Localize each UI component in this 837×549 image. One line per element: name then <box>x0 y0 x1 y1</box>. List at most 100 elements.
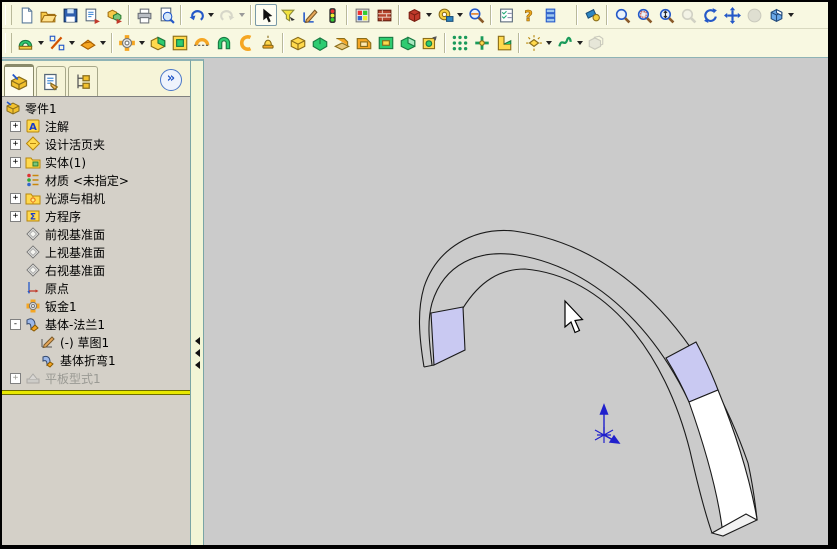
extruded-cut-icon[interactable] <box>397 32 419 54</box>
model-face-end-cap[interactable] <box>430 306 466 366</box>
design-checker-icon[interactable] <box>465 4 487 26</box>
measure-dropdown[interactable] <box>457 13 463 17</box>
zoom-to-area-icon[interactable] <box>633 4 655 26</box>
base-flange-icon[interactable] <box>147 32 169 54</box>
new-icon[interactable] <box>15 4 37 26</box>
toolbar-grip[interactable] <box>5 33 12 53</box>
vent-icon[interactable] <box>419 32 441 54</box>
miter-flange-icon[interactable] <box>191 32 213 54</box>
sketch-icon[interactable] <box>299 4 321 26</box>
corner-trim-icon[interactable] <box>353 32 375 54</box>
make-assembly-icon[interactable] <box>103 4 125 26</box>
collapse-icon[interactable]: - <box>10 318 21 330</box>
tab-propertymanager[interactable] <box>36 66 66 96</box>
zoom-to-fit-icon[interactable] <box>611 4 633 26</box>
rotate-view-icon[interactable] <box>699 4 721 26</box>
display-style-icon[interactable] <box>765 4 787 26</box>
tree-item-flat-pattern[interactable]: + 平板型式1 <box>2 369 190 387</box>
flex-icon[interactable] <box>471 32 493 54</box>
jog-icon[interactable] <box>235 32 257 54</box>
sketched-bend-icon[interactable] <box>257 32 279 54</box>
insert-bends-dropdown[interactable] <box>546 41 552 45</box>
panel-splitter[interactable] <box>190 59 204 545</box>
tree-item-material[interactable]: 材质 <未指定> <box>2 171 190 189</box>
tab-configurationmanager[interactable] <box>68 66 98 96</box>
tree-item-design-binder[interactable]: + 设计活页夹 <box>2 135 190 153</box>
welded-corner-icon[interactable] <box>309 32 331 54</box>
panel-expand-chevron-icon[interactable]: » <box>160 69 182 91</box>
graphics-area[interactable] <box>204 59 828 545</box>
make-drawing-icon[interactable] <box>81 4 103 26</box>
expand-icon[interactable]: + <box>10 156 21 168</box>
color-swatch-icon[interactable] <box>351 4 373 26</box>
rip-dropdown[interactable] <box>577 41 583 45</box>
model-face-flange[interactable] <box>688 389 758 536</box>
sketch-tools-dropdown[interactable] <box>69 41 75 45</box>
tree-item-solid-bodies[interactable]: + 实体(1) <box>2 153 190 171</box>
options-icon[interactable] <box>495 4 517 26</box>
tree-item-sketch1[interactable]: (-) 草图1 <box>2 333 190 351</box>
redo-dropdown[interactable] <box>239 13 245 17</box>
shaded-icon[interactable] <box>743 4 765 26</box>
rebuild-icon[interactable] <box>321 4 343 26</box>
save-icon[interactable] <box>59 4 81 26</box>
hem-icon[interactable] <box>213 32 235 54</box>
tree-item-right-plane[interactable]: 右视基准面 <box>2 261 190 279</box>
select-arrow-icon[interactable] <box>255 4 277 26</box>
toolbar-grip[interactable] <box>5 5 12 25</box>
tree-item-lights-cameras[interactable]: + 光源与相机 <box>2 189 190 207</box>
tree-item-origin[interactable]: 原点 <box>2 279 190 297</box>
file-properties-icon[interactable] <box>539 4 561 26</box>
open-icon[interactable] <box>37 4 59 26</box>
view-orientation-icon[interactable] <box>581 4 603 26</box>
expand-icon[interactable]: + <box>10 210 21 222</box>
zoom-to-selection-icon[interactable] <box>677 4 699 26</box>
sheet-metal-gear-dropdown[interactable] <box>139 41 145 45</box>
tree-item-base-flange[interactable]: - 基体-法兰1 <box>2 315 190 333</box>
splitter-collapse-icon[interactable] <box>195 361 200 369</box>
undo-icon[interactable] <box>185 4 207 26</box>
selection-filter-icon[interactable] <box>277 4 299 26</box>
tree-item-equations[interactable]: + Σ 方程序 <box>2 207 190 225</box>
print-preview-icon[interactable] <box>155 4 177 26</box>
break-corner-icon[interactable] <box>331 32 353 54</box>
sheet-metal-gear-icon[interactable] <box>116 32 138 54</box>
edit-material-icon[interactable] <box>373 4 395 26</box>
expand-icon[interactable]: + <box>10 372 21 384</box>
forming-tool-icon[interactable] <box>375 32 397 54</box>
features-icon[interactable] <box>15 32 37 54</box>
rip-icon[interactable] <box>554 32 576 54</box>
surfaces-dropdown[interactable] <box>100 41 106 45</box>
unfold-fold-icon[interactable] <box>493 32 515 54</box>
splitter-collapse-icon[interactable] <box>195 337 200 345</box>
print-icon[interactable] <box>133 4 155 26</box>
measure-icon[interactable] <box>434 4 456 26</box>
3d-content-dropdown[interactable] <box>426 13 432 17</box>
tab-featuremanager[interactable] <box>4 64 34 96</box>
expand-icon[interactable]: + <box>10 120 21 132</box>
pan-icon[interactable] <box>721 4 743 26</box>
tree-item-front-plane[interactable]: 前视基准面 <box>2 225 190 243</box>
features-dropdown[interactable] <box>38 41 44 45</box>
display-style-dropdown[interactable] <box>788 13 794 17</box>
linear-pattern-icon[interactable] <box>449 32 471 54</box>
model-canvas[interactable] <box>204 59 828 545</box>
tree-item-sheet-metal[interactable]: 钣金1 <box>2 297 190 315</box>
sketch-tools-icon[interactable] <box>46 32 68 54</box>
zoom-in-out-icon[interactable] <box>655 4 677 26</box>
tree-item-base-bend[interactable]: 基体折弯1 <box>2 351 190 369</box>
splitter-collapse-icon[interactable] <box>195 349 200 357</box>
tree-item-top-plane[interactable]: 上视基准面 <box>2 243 190 261</box>
no-bends-icon[interactable] <box>585 32 607 54</box>
expand-icon[interactable]: + <box>10 192 21 204</box>
undo-dropdown[interactable] <box>208 13 214 17</box>
tree-item-annotations[interactable]: + A 注解 <box>2 117 190 135</box>
rollback-bar[interactable] <box>2 390 190 395</box>
insert-bends-icon[interactable] <box>523 32 545 54</box>
redo-icon[interactable] <box>216 4 238 26</box>
closed-corner-icon[interactable] <box>287 32 309 54</box>
surfaces-icon[interactable] <box>77 32 99 54</box>
help-icon[interactable]: ? <box>517 4 539 26</box>
edge-flange-icon[interactable] <box>169 32 191 54</box>
tree-item-part-root[interactable]: 零件1 <box>2 99 190 117</box>
